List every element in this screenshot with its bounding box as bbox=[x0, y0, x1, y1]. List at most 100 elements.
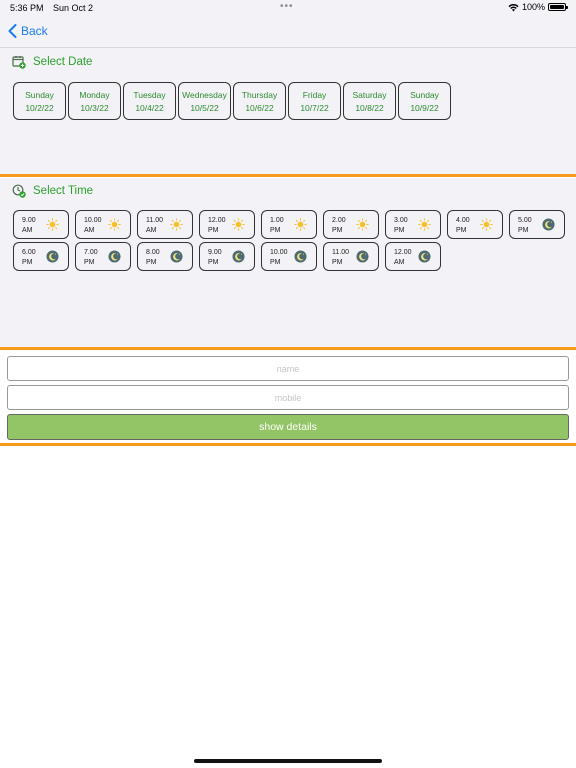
date-card[interactable]: Tuesday 10/4/22 bbox=[123, 82, 176, 120]
date-value: 10/4/22 bbox=[135, 103, 164, 113]
moon-icon bbox=[46, 250, 59, 263]
date-card[interactable]: Friday 10/7/22 bbox=[288, 82, 341, 120]
date-card[interactable]: Saturday 10/8/22 bbox=[343, 82, 396, 120]
details-form: show details bbox=[0, 351, 576, 443]
time-slot[interactable]: 3.00 PM bbox=[385, 210, 441, 239]
time-section: Select Time 9.00 AM 10.00 AM 11.00 AM 12.00 PM 1… bbox=[0, 178, 576, 348]
time-slot[interactable]: 7.00 PM bbox=[75, 242, 131, 271]
time-section-title: Select Time bbox=[33, 185, 94, 197]
sun-icon bbox=[294, 218, 307, 231]
date-day: Sunday bbox=[410, 90, 439, 100]
date-day: Friday bbox=[302, 90, 327, 100]
moon-icon bbox=[418, 250, 431, 263]
name-input[interactable] bbox=[7, 356, 569, 381]
time-slot[interactable]: 10.00 AM bbox=[75, 210, 131, 239]
date-value: 10/9/22 bbox=[410, 103, 439, 113]
time-slot[interactable]: 5.00 PM bbox=[509, 210, 565, 239]
time-slot-period: PM bbox=[146, 258, 157, 266]
time-slot-time: 3.00 bbox=[394, 217, 408, 224]
show-details-button[interactable]: show details bbox=[7, 414, 569, 440]
sun-icon bbox=[46, 218, 59, 231]
date-value: 10/5/22 bbox=[190, 103, 219, 113]
status-bar: 5:36 PM Sun Oct 2 ••• 100% bbox=[0, 0, 576, 16]
sun-icon bbox=[480, 218, 493, 231]
time-slot-period: PM bbox=[332, 226, 343, 234]
time-slot-period: PM bbox=[208, 258, 219, 266]
time-slot[interactable]: 11.00 PM bbox=[323, 242, 379, 271]
time-slot-time: 12.00 bbox=[394, 249, 412, 256]
date-value: 10/8/22 bbox=[355, 103, 384, 113]
section-divider bbox=[0, 174, 576, 177]
battery-icon bbox=[548, 3, 568, 11]
clock-check-icon bbox=[12, 184, 26, 198]
time-slot[interactable]: 10.00 PM bbox=[261, 242, 317, 271]
time-slot-period: PM bbox=[394, 226, 405, 234]
date-card[interactable]: Sunday 10/2/22 bbox=[13, 82, 66, 120]
time-slot-period: PM bbox=[270, 226, 281, 234]
section-divider bbox=[0, 443, 576, 446]
time-slot-time: 10.00 bbox=[270, 249, 288, 256]
time-slot[interactable]: 12.00 AM bbox=[385, 242, 441, 271]
multitasking-dots[interactable]: ••• bbox=[280, 1, 294, 12]
time-slot-time: 9.00 bbox=[22, 217, 36, 224]
sun-icon bbox=[356, 218, 369, 231]
time-slot-time: 1.00 bbox=[270, 217, 284, 224]
moon-icon bbox=[356, 250, 369, 263]
time-slot[interactable]: 11.00 AM bbox=[137, 210, 193, 239]
sun-icon bbox=[108, 218, 121, 231]
time-slot-period: PM bbox=[208, 226, 219, 234]
time-slot-time: 11.00 bbox=[332, 249, 349, 256]
date-section: Select Date Sunday 10/2/22 Monday 10/3/2… bbox=[0, 48, 576, 175]
time-slot-period: AM bbox=[84, 226, 95, 234]
time-slot-time: 5.00 bbox=[518, 217, 532, 224]
date-card[interactable]: Thursday 10/6/22 bbox=[233, 82, 286, 120]
time-section-header: Select Time bbox=[12, 184, 93, 198]
section-divider bbox=[0, 347, 576, 350]
time-slot-time: 7.00 bbox=[84, 249, 98, 256]
date-day: Wednesday bbox=[182, 90, 227, 100]
time-slot[interactable]: 4.00 PM bbox=[447, 210, 503, 239]
time-slot-period: AM bbox=[146, 226, 157, 234]
date-day: Sunday bbox=[25, 90, 54, 100]
time-slot[interactable]: 2.00 PM bbox=[323, 210, 379, 239]
chevron-left-icon bbox=[8, 24, 17, 38]
time-slot[interactable]: 12.00 PM bbox=[199, 210, 255, 239]
back-button[interactable]: Back bbox=[8, 24, 48, 38]
time-slot-period: AM bbox=[394, 258, 405, 266]
time-slot[interactable]: 9.00 AM bbox=[13, 210, 69, 239]
moon-icon bbox=[108, 250, 121, 263]
moon-icon bbox=[542, 218, 555, 231]
date-value: 10/7/22 bbox=[300, 103, 329, 113]
time-slot[interactable]: 9.00 PM bbox=[199, 242, 255, 271]
time-slot-period: AM bbox=[22, 226, 33, 234]
date-card[interactable]: Monday 10/3/22 bbox=[68, 82, 121, 120]
status-date: Sun Oct 2 bbox=[53, 3, 94, 13]
home-indicator[interactable] bbox=[194, 759, 382, 763]
time-slot-period: PM bbox=[84, 258, 95, 266]
moon-icon bbox=[294, 250, 307, 263]
status-right: 100% bbox=[508, 2, 568, 12]
back-label: Back bbox=[21, 24, 48, 38]
time-slot[interactable]: 8.00 PM bbox=[137, 242, 193, 271]
date-card[interactable]: Wednesday 10/5/22 bbox=[178, 82, 231, 120]
time-slot-time: 9.00 bbox=[208, 249, 222, 256]
date-card[interactable]: Sunday 10/9/22 bbox=[398, 82, 451, 120]
date-value: 10/6/22 bbox=[245, 103, 274, 113]
time-slot[interactable]: 6.00 PM bbox=[13, 242, 69, 271]
time-slot-time: 8.00 bbox=[146, 249, 160, 256]
date-day: Tuesday bbox=[133, 90, 166, 100]
moon-icon bbox=[170, 250, 183, 263]
date-value: 10/3/22 bbox=[80, 103, 109, 113]
time-slot[interactable]: 1.00 PM bbox=[261, 210, 317, 239]
mobile-input[interactable] bbox=[7, 385, 569, 410]
sun-icon bbox=[232, 218, 245, 231]
time-slot-time: 4.00 bbox=[456, 217, 470, 224]
time-slot-period: PM bbox=[456, 226, 467, 234]
date-day: Saturday bbox=[352, 90, 387, 100]
calendar-add-icon bbox=[12, 56, 26, 69]
show-details-label: show details bbox=[259, 421, 317, 433]
date-day: Monday bbox=[79, 90, 110, 100]
date-section-title: Select Date bbox=[33, 56, 93, 68]
time-slot-time: 12.00 bbox=[208, 217, 226, 224]
time-slot-time: 2.00 bbox=[332, 217, 346, 224]
